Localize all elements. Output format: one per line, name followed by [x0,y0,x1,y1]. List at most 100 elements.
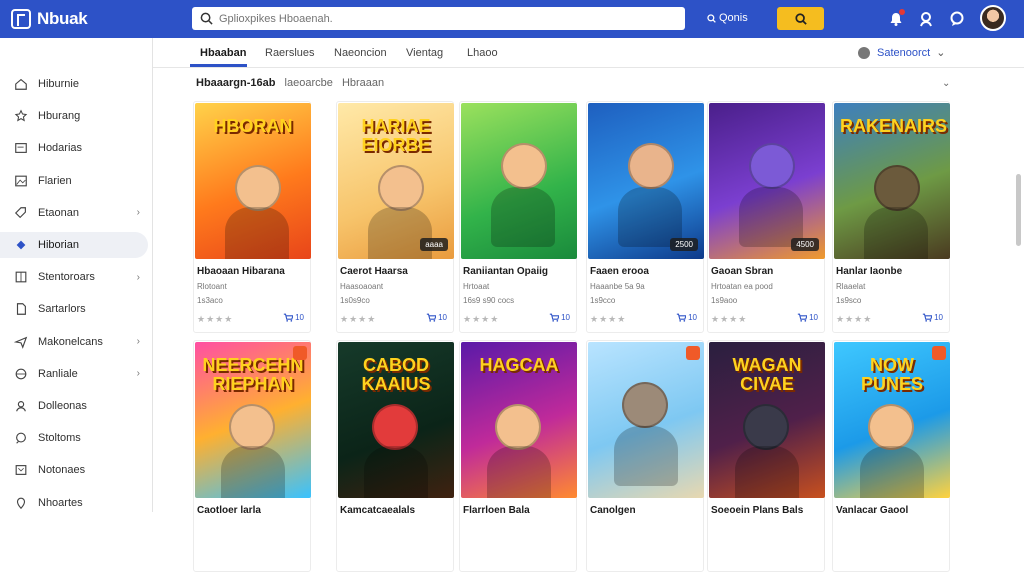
sidebar-item-11[interactable]: Stoltoms [0,425,148,451]
sidebar-item-3[interactable]: Flarien [0,168,148,194]
game-thumbnail[interactable]: CABOD KAAIUS [338,342,454,498]
add-to-cart-button[interactable]: 10 [922,313,943,322]
game-card[interactable]: RAKENAIRS Hanlar Iaonbe Rlaaelat 1s9sco ★★★★… [832,101,950,333]
tab-1[interactable]: Raerslues [265,47,315,59]
game-title[interactable]: Faaen erooa [590,266,649,277]
game-meta: 1s9aoo [711,296,738,305]
game-title[interactable]: Canolgen [590,505,636,516]
search-input[interactable] [219,12,659,25]
game-thumbnail[interactable] [461,103,577,259]
game-thumbnail[interactable]: RAKENAIRS [834,103,950,259]
sidebar-item-0[interactable]: Hiburnie [0,71,148,97]
game-title[interactable]: Hanlar Iaonbe [836,266,902,277]
doc-icon [14,302,28,316]
game-title[interactable]: Caerot Haarsa [340,266,408,277]
chat-icon [950,11,964,26]
game-thumbnail[interactable]: HBORAN [195,103,311,259]
account-search-button[interactable] [917,9,937,29]
game-thumbnail[interactable]: HAGCAA [461,342,577,498]
cart-icon [797,313,808,322]
sidebar-item-2[interactable]: Hodarias [0,135,148,161]
character-body [614,426,678,486]
game-card[interactable]: CABOD KAAIUS Kamcatcaealals [336,340,454,572]
sidebar-item-12[interactable]: Notonaes [0,457,148,483]
game-card[interactable]: HAGCAA Flarrloen Bala [459,340,577,572]
tab-4[interactable]: Lhaoo [467,47,498,59]
game-thumbnail[interactable]: NOW PUNES [834,342,950,498]
add-to-cart-button[interactable]: 10 [797,313,818,322]
search-button[interactable] [777,7,824,30]
section-extra: Hbraaan [341,77,385,89]
sidebar-item-4[interactable]: Etaonan › [0,200,148,226]
sidebar-item-label: Hiborian [38,239,79,251]
rating-stars-icon: ★★★★ [711,314,748,324]
game-thumbnail[interactable]: 4500 [709,103,825,259]
tab-2[interactable]: Naeoncion [334,47,387,59]
game-card[interactable]: NOW PUNES Vanlacar Gaool [832,340,950,572]
sidebar-item-label: Ranliale [38,367,78,380]
search-filter-dropdown[interactable]: Qonis [707,12,748,24]
chevron-right-icon: › [136,271,140,283]
tag-icon [14,206,28,220]
game-title[interactable]: Gaoan Sbran [711,266,773,277]
sidebar-item-10[interactable]: Dolleonas [0,393,148,419]
character-figure [495,404,541,450]
cart-count: 10 [809,313,818,322]
game-thumbnail[interactable]: HARIAE EIORBE aaaa [338,103,454,259]
game-title[interactable]: Flarrloen Bala [463,505,530,516]
cart-count: 10 [688,313,697,322]
game-card[interactable]: HBORAN Hbaoaan Hibarana Rlotoant 1s3aco ★★★★… [193,101,311,333]
avatar[interactable] [980,5,1006,31]
sidebar-item-8[interactable]: Makonelcans › [0,329,148,355]
chat-icon [14,431,28,445]
game-thumbnail[interactable]: WAGAN CIVAE [709,342,825,498]
game-card[interactable]: Canolgen [586,340,704,572]
character-figure [868,404,914,450]
game-card[interactable]: HARIAE EIORBE aaaa Caerot Haarsa Haasoaoant… [336,101,454,333]
sidebar-item-5[interactable]: Hiborian [0,232,148,258]
game-thumbnail[interactable]: NEERCEHN RIEPHAN [195,342,311,498]
sidebar-item-6[interactable]: Stentoroars › [0,264,148,290]
sidebar-item-1[interactable]: Hburang [0,103,148,129]
diamond-icon [14,238,28,252]
section-collapse-chevron-icon[interactable]: ⌄ [942,78,950,89]
chevron-right-icon: › [136,207,140,219]
sidebar-item-9[interactable]: Ranliale › [0,361,148,387]
add-to-cart-button[interactable]: 10 [283,313,304,322]
scrollbar-thumb[interactable] [1016,174,1021,246]
chevron-right-icon: › [136,368,140,380]
game-thumbnail[interactable]: 2500 [588,103,704,259]
active-tab-indicator [190,64,247,67]
character-figure [743,404,789,450]
search-bar[interactable] [192,7,685,30]
notifications-button[interactable] [886,9,906,29]
sort-dropdown[interactable]: Satenoorct ⌄ [858,46,945,59]
character-body [225,207,289,259]
tab-3[interactable]: Vientag [406,47,443,59]
tab-0[interactable]: Hbaaban [200,47,246,59]
add-to-cart-button[interactable]: 10 [676,313,697,322]
sort-label: Satenoorct [877,46,931,59]
chevron-down-icon: ⌄ [936,47,946,59]
add-to-cart-button[interactable]: 10 [426,313,447,322]
game-title[interactable]: Caotloer larla [197,505,261,516]
app-logo-icon [11,9,31,29]
game-card[interactable]: 4500 Gaoan Sbran Hrtoatan ea pood 1s9aoo ★★★… [707,101,825,333]
game-card[interactable]: 2500 Faaen erooa Haaanbe 5a 9a 1s9cco ★★★★ 10 [586,101,704,333]
game-title[interactable]: Raniiantan Opaiig [463,266,548,277]
game-publisher: Haasoaoant [340,282,384,291]
game-title[interactable]: Soeoein Plans Bals [711,505,803,516]
game-card[interactable]: Raniiantan Opaiig Hrtoaat 16s9 s90 cocs ★★★… [459,101,577,333]
character-figure [622,382,668,428]
chat-button[interactable] [947,9,967,29]
game-card[interactable]: WAGAN CIVAE Soeoein Plans Bals [707,340,825,572]
price-tag: aaaa [420,238,448,251]
brand[interactable]: Nbuak [11,9,183,29]
game-title[interactable]: Kamcatcaealals [340,505,415,516]
game-title[interactable]: Hbaoaan Hibarana [197,266,285,277]
game-thumbnail[interactable] [588,342,704,498]
add-to-cart-button[interactable]: 10 [549,313,570,322]
game-card[interactable]: NEERCEHN RIEPHAN Caotloer larla [193,340,311,572]
sidebar-item-7[interactable]: Sartarlors [0,296,148,322]
game-title[interactable]: Vanlacar Gaool [836,505,908,516]
